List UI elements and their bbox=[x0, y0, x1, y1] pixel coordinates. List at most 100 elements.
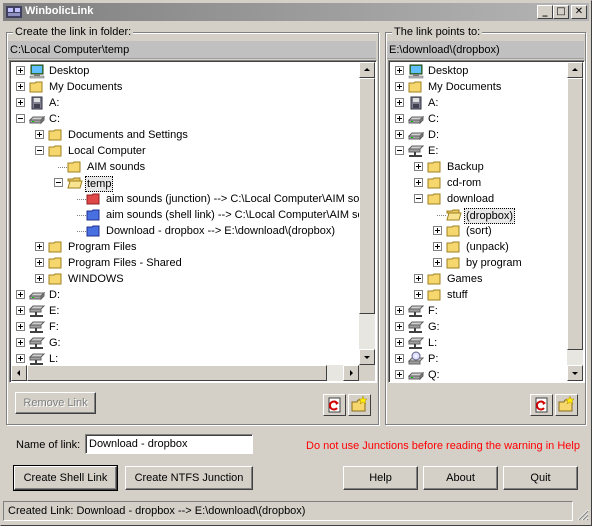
collapse-icon[interactable] bbox=[54, 178, 63, 187]
tree-node-label[interactable]: E: bbox=[426, 144, 440, 158]
tree-node-label[interactable]: My Documents bbox=[47, 80, 124, 94]
tree-node-label[interactable]: Desktop bbox=[426, 64, 470, 78]
scroll-thumb[interactable] bbox=[359, 78, 375, 314]
tree-node[interactable]: Program Files - Shared bbox=[10, 255, 376, 271]
tree-node[interactable]: Download - dropbox --> E:\download\(drop… bbox=[10, 223, 376, 239]
scroll-down-button[interactable] bbox=[359, 349, 375, 365]
tree-node-label[interactable]: download bbox=[445, 192, 496, 206]
tree-node[interactable]: C: bbox=[10, 111, 376, 127]
tree-node-label[interactable]: temp bbox=[85, 176, 114, 192]
expand-icon[interactable] bbox=[16, 98, 25, 107]
tree-node[interactable]: P: bbox=[389, 351, 584, 367]
tree-node-label[interactable]: WINDOWS bbox=[66, 272, 126, 286]
tree-node-label[interactable]: Program Files - Shared bbox=[66, 256, 184, 270]
tree-node-label[interactable]: stuff bbox=[445, 288, 470, 302]
expand-icon[interactable] bbox=[16, 82, 25, 91]
tree-node[interactable]: aim sounds (junction) --> C:\Local Compu… bbox=[10, 191, 376, 207]
tree-node[interactable]: by program bbox=[389, 255, 584, 271]
expand-icon[interactable] bbox=[395, 338, 404, 347]
expand-icon[interactable] bbox=[414, 178, 423, 187]
expand-icon[interactable] bbox=[16, 306, 25, 315]
refresh-target-button[interactable] bbox=[530, 394, 553, 416]
expand-icon[interactable] bbox=[395, 98, 404, 107]
tree-node-label[interactable]: (sort) bbox=[464, 224, 494, 238]
tree-node-label[interactable]: C: bbox=[426, 112, 441, 126]
expand-icon[interactable] bbox=[433, 226, 442, 235]
expand-icon[interactable] bbox=[395, 130, 404, 139]
source-tree-hscrollbar[interactable] bbox=[11, 365, 359, 381]
tree-node[interactable]: aim sounds (shell link) --> C:\Local Com… bbox=[10, 207, 376, 223]
tree-node-label[interactable]: D: bbox=[47, 288, 62, 302]
tree-node-label[interactable]: (unpack) bbox=[464, 240, 511, 254]
tree-node-label[interactable]: Q: bbox=[426, 368, 442, 382]
expand-icon[interactable] bbox=[395, 306, 404, 315]
tree-node[interactable]: (unpack) bbox=[389, 239, 584, 255]
resize-grip-icon[interactable] bbox=[575, 507, 589, 521]
expand-icon[interactable] bbox=[35, 258, 44, 267]
tree-node-label[interactable]: Documents and Settings bbox=[66, 128, 190, 142]
tree-node-label[interactable]: Program Files bbox=[66, 240, 138, 254]
expand-icon[interactable] bbox=[395, 82, 404, 91]
tree-node-label[interactable]: Desktop bbox=[47, 64, 91, 78]
expand-icon[interactable] bbox=[16, 338, 25, 347]
tree-node[interactable]: Program Files bbox=[10, 239, 376, 255]
about-button[interactable]: About bbox=[423, 466, 498, 490]
tree-node[interactable]: (sort) bbox=[389, 223, 584, 239]
collapse-icon[interactable] bbox=[395, 146, 404, 155]
tree-node-label[interactable]: G: bbox=[47, 336, 63, 350]
tree-node-label[interactable]: P: bbox=[426, 352, 440, 366]
expand-icon[interactable] bbox=[414, 162, 423, 171]
tree-node[interactable]: stuff bbox=[389, 287, 584, 303]
tree-node-label[interactable]: by program bbox=[464, 256, 524, 270]
tree-node-label[interactable]: Games bbox=[445, 272, 484, 286]
tree-node[interactable]: D: bbox=[10, 287, 376, 303]
expand-icon[interactable] bbox=[395, 354, 404, 363]
tree-node[interactable]: temp bbox=[10, 175, 376, 192]
target-tree-vscrollbar[interactable] bbox=[567, 62, 583, 381]
tree-node[interactable]: Q: bbox=[389, 367, 584, 382]
new-folder-target-button[interactable] bbox=[555, 394, 578, 416]
expand-icon[interactable] bbox=[35, 130, 44, 139]
tree-node[interactable]: E: bbox=[389, 143, 584, 159]
remove-link-button[interactable]: Remove Link bbox=[15, 392, 96, 414]
tree-node[interactable]: (dropbox) bbox=[389, 207, 584, 224]
tree-node-label[interactable]: aim sounds (shell link) --> C:\Local Com… bbox=[104, 208, 366, 222]
tree-node[interactable]: A: bbox=[10, 95, 376, 111]
expand-icon[interactable] bbox=[433, 242, 442, 251]
expand-icon[interactable] bbox=[395, 66, 404, 75]
tree-node-label[interactable]: C: bbox=[47, 112, 62, 126]
tree-node[interactable]: E: bbox=[10, 303, 376, 319]
minimize-button[interactable]: _ bbox=[537, 5, 553, 19]
target-folder-tree[interactable]: Desktop My Documents A: C: D: E: Backup cd-rom d… bbox=[388, 60, 585, 383]
tree-node[interactable]: F: bbox=[389, 303, 584, 319]
tree-node-label[interactable]: G: bbox=[426, 320, 442, 334]
tree-node[interactable]: AIM sounds bbox=[10, 159, 376, 175]
expand-icon[interactable] bbox=[16, 354, 25, 363]
expand-icon[interactable] bbox=[35, 242, 44, 251]
source-tree-vscrollbar[interactable] bbox=[359, 62, 375, 365]
tree-node[interactable]: A: bbox=[389, 95, 584, 111]
expand-icon[interactable] bbox=[16, 290, 25, 299]
tree-node[interactable]: C: bbox=[389, 111, 584, 127]
close-button[interactable]: ✕ bbox=[571, 5, 587, 19]
quit-button[interactable]: Quit bbox=[503, 466, 578, 490]
tree-node[interactable]: L: bbox=[389, 335, 584, 351]
tree-node-label[interactable]: D: bbox=[426, 128, 441, 142]
collapse-icon[interactable] bbox=[16, 114, 25, 123]
tree-node[interactable]: D: bbox=[389, 127, 584, 143]
scroll-thumb[interactable] bbox=[567, 78, 583, 350]
tree-node-label[interactable]: (dropbox) bbox=[464, 208, 516, 224]
expand-icon[interactable] bbox=[35, 274, 44, 283]
tree-node[interactable]: My Documents bbox=[389, 79, 584, 95]
scroll-up-button[interactable] bbox=[567, 62, 583, 78]
expand-icon[interactable] bbox=[16, 66, 25, 75]
expand-icon[interactable] bbox=[16, 322, 25, 331]
scroll-left-button[interactable] bbox=[11, 365, 27, 381]
scroll-thumb[interactable] bbox=[27, 365, 327, 381]
tree-node[interactable]: Documents and Settings bbox=[10, 127, 376, 143]
expand-icon[interactable] bbox=[395, 114, 404, 123]
create-shell-link-button[interactable]: Create Shell Link bbox=[13, 465, 118, 491]
tree-node-label[interactable]: E: bbox=[47, 304, 61, 318]
expand-icon[interactable] bbox=[395, 370, 404, 379]
tree-node[interactable]: WINDOWS bbox=[10, 271, 376, 287]
